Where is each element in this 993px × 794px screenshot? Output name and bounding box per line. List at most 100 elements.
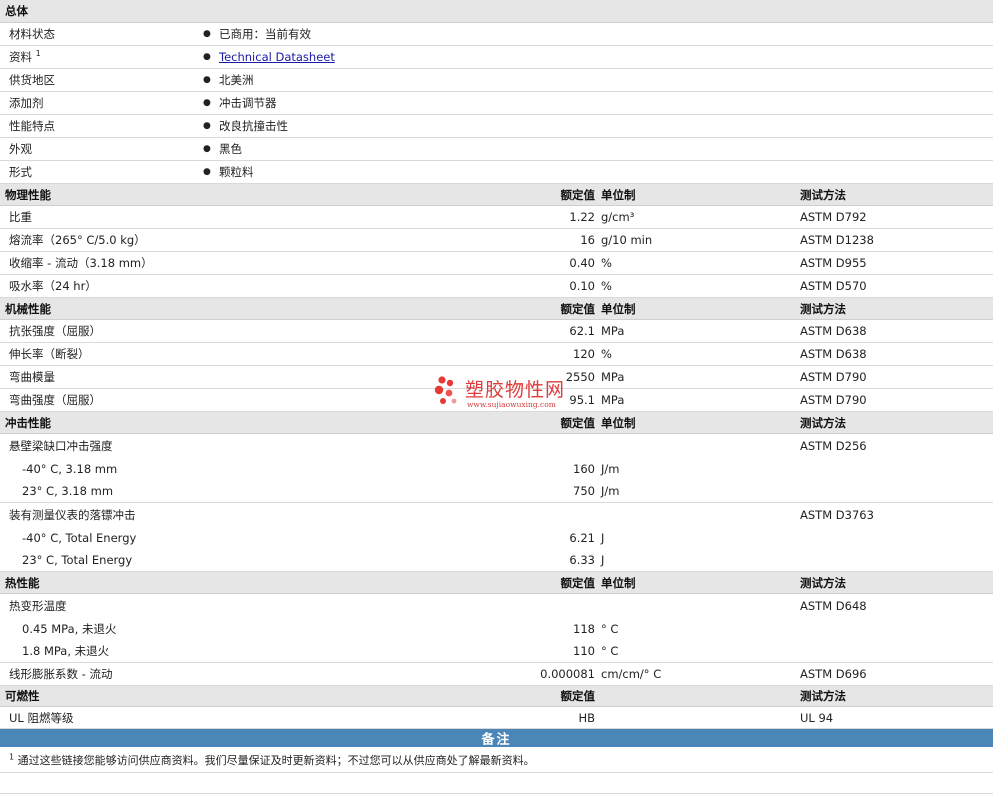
test-method: ASTM D1238 (800, 233, 874, 247)
unit: ° C (601, 644, 619, 658)
section-header-mechanical: 机械性能 额定值 单位制 测试方法 (0, 298, 993, 320)
nominal-value: 0.000081 (540, 667, 595, 681)
nominal-value: 0.10 (569, 279, 595, 293)
property-subrow: 23° C, Total Energy 6.33 J (0, 549, 993, 572)
property-subrow: 23° C, 3.18 mm 750 J/m (0, 480, 993, 503)
notes-header: 备注 (0, 729, 993, 748)
property-label: 装有测量仪表的落镖冲击 (9, 507, 136, 522)
nominal-value: 62.1 (569, 324, 595, 338)
nominal-header: 额定值 (560, 415, 596, 430)
nominal-value: 118 (573, 621, 595, 636)
nominal-value: 6.21 (569, 530, 595, 545)
property-label: UL 阻燃等级 (9, 710, 74, 725)
section-title: 可燃性 (5, 689, 40, 703)
property-group-row: 装有测量仪表的落镖冲击 ASTM D3763 (0, 503, 993, 526)
test-method: ASTM D638 (800, 347, 867, 361)
nominal-value: 95.1 (569, 393, 595, 407)
section-title: 冲击性能 (5, 415, 51, 430)
notes-title: 备注 (481, 732, 512, 748)
test-method: ASTM D792 (800, 210, 867, 224)
property-label: 收缩率 - 流动（3.18 mm） (9, 256, 153, 270)
nominal-header: 额定值 (560, 689, 596, 703)
row-label: 性能特点 (9, 119, 55, 133)
condition-label: 23° C, 3.18 mm (22, 484, 114, 498)
section-header-physical: 物理性能 额定值 单位制 测试方法 (0, 184, 993, 206)
unit: cm/cm/° C (601, 667, 662, 681)
general-row: 添加剂 ● 冲击调节器 (0, 92, 993, 115)
property-subrow: -40° C, Total Energy 6.21 J (0, 526, 993, 549)
watermark-text: 塑胶物性网 (465, 379, 566, 401)
method-header: 测试方法 (800, 689, 846, 703)
row-value: 黑色 (219, 142, 242, 156)
general-row: 材料状态 ● 已商用：当前有效 (0, 23, 993, 46)
unit-header: 单位制 (601, 575, 636, 590)
bullet-icon: ● (203, 121, 211, 131)
blank-row (0, 773, 993, 794)
property-group-row: 悬壁梁缺口冲击强度 ASTM D256 (0, 434, 993, 457)
property-label: 悬壁梁缺口冲击强度 (9, 438, 113, 453)
property-label: 弯曲强度（屈服） (9, 393, 101, 407)
technical-datasheet-link[interactable]: Technical Datasheet (219, 50, 335, 64)
condition-label: 1.8 MPa, 未退火 (22, 644, 110, 658)
property-row: UL 阻燃等级 HB UL 94 (0, 707, 993, 729)
logo-dots-icon (434, 376, 457, 404)
nominal-value: 0.40 (569, 256, 595, 270)
bullet-icon: ● (203, 52, 211, 62)
nominal-value: 110 (573, 644, 595, 658)
method-header: 测试方法 (800, 301, 846, 316)
property-row: 熔流率（265° C/5.0 kg） 16 g/10 min ASTM D123… (0, 229, 993, 252)
bullet-icon: ● (203, 29, 211, 39)
unit: J/m (601, 461, 620, 476)
nominal-value: 16 (580, 233, 595, 247)
nominal-header: 额定值 (560, 187, 596, 202)
property-row: 抗张强度（屈服） 62.1 MPa ASTM D638 (0, 320, 993, 343)
test-method: ASTM D570 (800, 279, 867, 293)
row-label: 供货地区 (9, 73, 55, 87)
property-label: 抗张强度（屈服） (9, 324, 101, 338)
nominal-value: 160 (573, 461, 595, 476)
section-title: 总体 (5, 4, 28, 18)
property-label: 伸长率（断裂） (9, 347, 90, 361)
unit: ° C (601, 621, 619, 636)
row-value: 已商用：当前有效 (219, 27, 311, 41)
condition-label: -40° C, 3.18 mm (22, 461, 118, 476)
row-value: 颗粒料 (219, 165, 254, 179)
test-method: ASTM D790 (800, 393, 867, 407)
test-method: ASTM D790 (800, 370, 867, 384)
property-subrow: 1.8 MPa, 未退火 110 ° C (0, 640, 993, 663)
property-subrow: 0.45 MPa, 未退火 118 ° C (0, 617, 993, 640)
property-group-row: 热变形温度 ASTM D648 (0, 594, 993, 617)
test-method: ASTM D638 (800, 324, 867, 338)
test-method: ASTM D696 (800, 667, 867, 681)
unit-header: 单位制 (601, 187, 636, 202)
property-label: 线形膨胀系数 - 流动 (9, 667, 113, 681)
property-label: 比重 (9, 210, 32, 224)
unit: % (601, 256, 612, 270)
nominal-value: 1.22 (569, 210, 595, 224)
row-value: 北美洲 (219, 73, 254, 87)
section-title: 机械性能 (5, 301, 51, 316)
note-text: 1 通过这些链接您能够访问供应商资料。我们尽量保证及时更新资料；不过您可以从供应… (9, 751, 535, 767)
property-label: 弯曲模量 (9, 370, 55, 384)
unit: % (601, 347, 612, 361)
unit: MPa (601, 393, 625, 407)
footnote-marker: 1 (35, 49, 41, 59)
test-method: ASTM D955 (800, 256, 867, 270)
property-row: 吸水率（24 hr） 0.10 % ASTM D570 (0, 275, 993, 298)
unit: MPa (601, 324, 625, 338)
property-row: 比重 1.22 g/cm³ ASTM D792 (0, 206, 993, 229)
general-row: 外观 ● 黑色 (0, 138, 993, 161)
general-rows: 材料状态 ● 已商用：当前有效 资料 1 ● Technical Datashe… (0, 23, 993, 184)
general-row: 供货地区 ● 北美洲 (0, 69, 993, 92)
bullet-icon: ● (203, 144, 211, 154)
property-row: 伸长率（断裂） 120 % ASTM D638 (0, 343, 993, 366)
general-row: 性能特点 ● 改良抗撞击性 (0, 115, 993, 138)
property-label: 吸水率（24 hr） (9, 279, 97, 293)
property-label: 热变形温度 (9, 598, 67, 613)
unit-header: 单位制 (601, 415, 636, 430)
method-header: 测试方法 (800, 415, 846, 430)
test-method: ASTM D3763 (800, 507, 874, 522)
section-title: 物理性能 (5, 187, 51, 202)
row-label: 外观 (9, 142, 32, 156)
unit: g/10 min (601, 233, 653, 247)
